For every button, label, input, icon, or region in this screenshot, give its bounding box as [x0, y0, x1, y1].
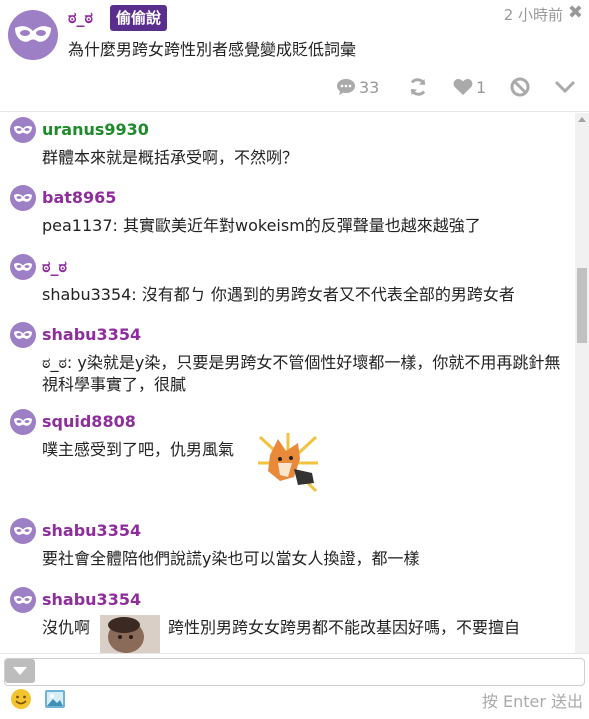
comment-username[interactable]: squid8808: [42, 412, 136, 431]
comment-text: 噗主感受到了吧，仇男風氣: [42, 440, 235, 459]
comment-text: 群體本來就是概括承受啊，不然咧？: [42, 148, 299, 167]
comment-username[interactable]: shabu3354: [42, 325, 141, 344]
avatar[interactable]: [10, 322, 36, 348]
post-avatar[interactable]: [8, 10, 58, 60]
comment-count-button[interactable]: 33: [336, 72, 379, 102]
mask-icon: [14, 417, 32, 426]
comment-text: 要社會全體陪他們說謊y染也可以當女人換證，都一樣: [42, 549, 420, 568]
comment-list[interactable]: uranus9930 群體本來就是概括承受啊，不然咧？ bat8965 pea1…: [0, 113, 589, 653]
photo-sticker[interactable]: [100, 615, 160, 653]
mask-icon: [14, 330, 32, 339]
close-icon[interactable]: ✖: [568, 2, 583, 23]
comment-item: shabu3354 沒仇啊 跨性別男跨女女跨男都不能改基因好嗎，不要擅自: [0, 587, 575, 653]
post-author[interactable]: ಠ_ಠ: [68, 8, 93, 28]
mask-icon: [14, 595, 32, 604]
comment-text: shabu3354: 沒有都ㄅ 你遇到的男跨女者又不代表全部的男跨女者: [42, 285, 515, 304]
comment-item: uranus9930 群體本來就是概括承受啊，不然咧？: [0, 117, 575, 177]
mute-button[interactable]: [510, 72, 530, 102]
mask-icon: [14, 262, 32, 271]
post-header: ಠ_ಠ 偷偷說 為什麼男跨女跨性別者感覺變成貶低詞彙 2 小時前 ✖ 33 1: [0, 0, 589, 112]
collapse-icon: [13, 667, 27, 675]
comment-count: 33: [359, 77, 380, 97]
comments-scrollbar[interactable]: [575, 113, 589, 653]
avatar[interactable]: [10, 409, 36, 435]
avatar[interactable]: [10, 254, 36, 280]
like-count: 1: [476, 77, 487, 97]
comment-username[interactable]: shabu3354: [42, 521, 141, 540]
comment-item: bat8965 pea1137: 其實歐美近年對wokeism的反彈聲量也越來越…: [0, 185, 575, 245]
mask-icon: [15, 26, 51, 42]
replurk-icon: [410, 78, 426, 96]
comment-text: ಠ_ಠ: y染就是y染，只要是男跨女不管個性好壞都一樣，你就不用再跳針無視科學事…: [42, 353, 561, 394]
post-title: 為什麼男跨女跨性別者感覺變成貶低詞彙: [68, 40, 357, 59]
avatar[interactable]: [10, 185, 36, 211]
comment-item: shabu3354 要社會全體陪他們說謊y染也可以當女人換證，都一樣: [0, 518, 575, 578]
replurk-button[interactable]: [408, 72, 428, 102]
avatar[interactable]: [10, 117, 36, 143]
avatar[interactable]: [10, 518, 36, 544]
comment-text: pea1137: 其實歐美近年對wokeism的反彈聲量也越來越強了: [42, 216, 481, 235]
comment-username[interactable]: bat8965: [42, 188, 116, 207]
comment-icon: [337, 79, 355, 95]
comment-item: shabu3354 ಠ_ಠ: y染就是y染，只要是男跨女不管個性好壞都一樣，你就…: [0, 322, 575, 402]
like-button[interactable]: 1: [453, 72, 486, 102]
emoji-icon[interactable]: [10, 688, 32, 710]
collapse-button[interactable]: [5, 659, 35, 683]
chevron-down-icon: [554, 80, 576, 94]
scroll-up-icon[interactable]: [575, 113, 589, 127]
reply-input[interactable]: [4, 658, 585, 686]
mask-icon: [14, 193, 32, 202]
post-time: 2 小時前: [503, 6, 563, 24]
post-badge: 偷偷說: [110, 5, 168, 31]
fox-sticker[interactable]: [258, 433, 318, 493]
image-icon[interactable]: [44, 688, 66, 710]
more-button[interactable]: [554, 72, 576, 102]
avatar[interactable]: [10, 587, 36, 613]
mute-icon: [510, 77, 530, 97]
heart-icon: [453, 79, 473, 95]
comment-text-cont: 跨性別男跨女女跨男都不能改基因好嗎，不要擅自: [168, 618, 521, 637]
scrollbar-thumb[interactable]: [577, 268, 587, 343]
comment-item: squid8808 噗主感受到了吧，仇男風氣: [0, 409, 575, 509]
mask-icon: [14, 526, 32, 535]
comment-text: 沒仇啊: [42, 618, 91, 637]
comment-username[interactable]: shabu3354: [42, 590, 141, 609]
comment-item: ಠ_ಠ shabu3354: 沒有都ㄅ 你遇到的男跨女者又不代表全部的男跨女者: [0, 254, 575, 314]
reply-composer: 按 Enter 送出: [0, 653, 589, 719]
send-hint: 按 Enter 送出: [481, 692, 583, 711]
comment-username[interactable]: ಠ_ಠ: [42, 257, 67, 277]
mask-icon: [14, 125, 32, 134]
post-actions: 33 1: [0, 72, 589, 102]
comment-username[interactable]: uranus9930: [42, 120, 149, 139]
